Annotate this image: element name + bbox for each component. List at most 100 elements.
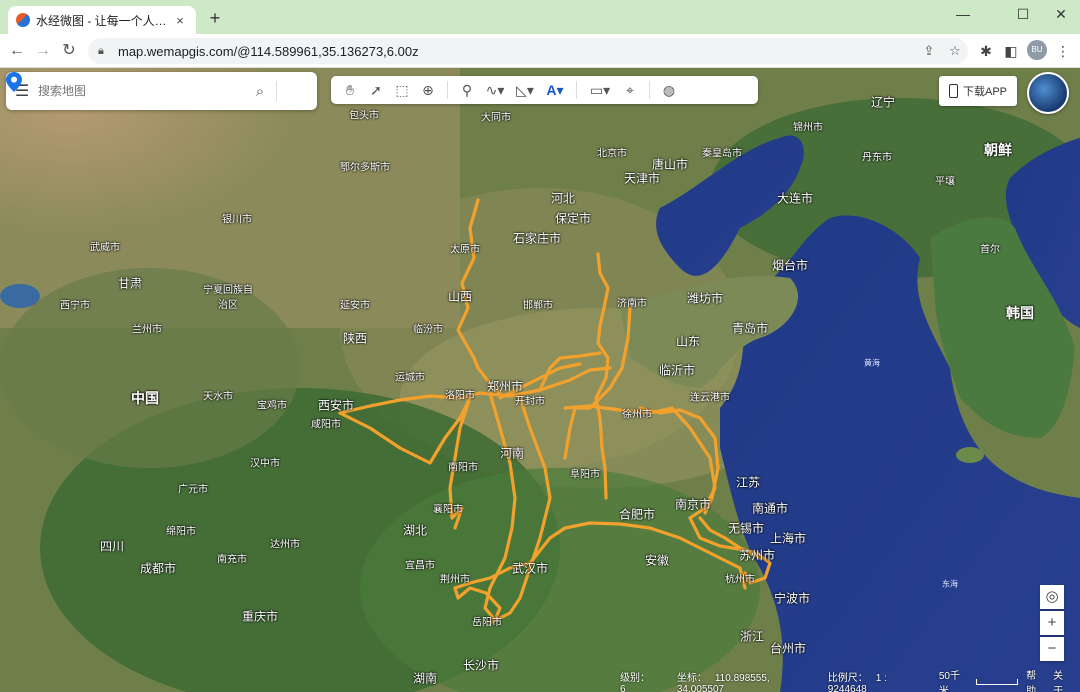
- tab-close-icon[interactable]: ×: [172, 13, 188, 28]
- label-yuncheng: 运城市: [395, 372, 425, 384]
- label-baoji: 宝鸡市: [257, 400, 287, 412]
- label-qinhuangdao: 秦皇岛市: [702, 148, 742, 160]
- coordinate-readout: 坐标： 110.898555, 34.005507: [676, 673, 770, 692]
- label-shandong: 山东: [675, 334, 701, 349]
- label-seoul: 首尔: [980, 244, 1000, 256]
- label-taiyuan: 太原市: [450, 244, 480, 256]
- help-link[interactable]: 帮助: [1026, 667, 1045, 692]
- address-bar[interactable]: 🔒︎ map.wemapgis.com/@114.589961,35.13627…: [88, 38, 968, 64]
- label-nanjing: 南京市: [674, 497, 712, 512]
- browser-toolbar: ← → ↻ 🔒︎ map.wemapgis.com/@114.589961,35…: [0, 34, 1080, 68]
- tools-divider: [447, 81, 448, 99]
- label-dandong: 丹东市: [862, 152, 892, 164]
- more-menu-icon[interactable]: ⋮: [1052, 40, 1074, 62]
- label-sichuan: 四川: [99, 539, 125, 554]
- polyline-icon[interactable]: ∿▾: [480, 79, 510, 101]
- polygon-icon[interactable]: ◺▾: [510, 79, 540, 101]
- extensions-puzzle-icon[interactable]: ✱: [975, 40, 997, 62]
- browser-tab[interactable]: 水经微图 - 让每一个人都有自己 ×: [8, 6, 196, 34]
- label-luoyang: 洛阳市: [445, 390, 475, 402]
- label-liaoning: 辽宁: [870, 95, 896, 110]
- measure-ruler-icon[interactable]: ▭▾: [583, 79, 617, 101]
- layer-switch-globe-icon[interactable]: [1027, 72, 1069, 114]
- site-favicon-icon: [16, 13, 30, 27]
- label-shanxi: 山西: [447, 289, 473, 304]
- map-search-input[interactable]: [38, 84, 244, 98]
- select-arrow-icon[interactable]: ➚: [363, 79, 389, 101]
- label-handan: 邯郸市: [523, 300, 553, 312]
- label-huanghai: 黄海: [864, 358, 880, 368]
- label-nanyang: 南阳市: [448, 462, 478, 474]
- clear-selection-icon[interactable]: ⌖: [617, 79, 643, 101]
- minimize-button[interactable]: —: [948, 4, 978, 26]
- label-zhejiang: 浙江: [739, 629, 765, 644]
- search-icon[interactable]: ⌕: [244, 83, 276, 100]
- label-xian: 西安市: [317, 398, 355, 413]
- maximize-button[interactable]: ☐: [1008, 4, 1038, 26]
- label-linfen: 临汾市: [413, 324, 443, 336]
- label-hanguo: 韩国: [1006, 305, 1034, 321]
- label-ningbo: 宁波市: [773, 591, 811, 606]
- close-window-button[interactable]: ✕: [1046, 4, 1076, 26]
- label-kaifeng: 开封市: [515, 396, 545, 408]
- label-linyi: 临沂市: [658, 363, 696, 378]
- label-china: 中国: [131, 390, 159, 406]
- scale-bar: [976, 679, 1019, 685]
- globe-layer-icon[interactable]: ◍: [656, 79, 682, 101]
- url-text[interactable]: map.wemapgis.com/@114.589961,35.136273,6…: [118, 44, 916, 59]
- forward-arrow-icon[interactable]: →: [32, 40, 54, 62]
- share-icon[interactable]: ⇪: [916, 43, 942, 59]
- label-yanan: 延安市: [340, 300, 370, 312]
- label-wuxi: 无锡市: [727, 521, 765, 536]
- label-baoding: 保定市: [554, 211, 592, 226]
- label-jinzhou: 锦州市: [793, 122, 823, 134]
- reload-icon[interactable]: ↻: [58, 40, 80, 62]
- box-select-icon[interactable]: ⬚: [389, 79, 415, 101]
- label-chongqing: 重庆市: [241, 609, 279, 624]
- label-tianshui: 天水市: [203, 391, 233, 403]
- bookmark-star-icon[interactable]: ☆: [942, 43, 968, 59]
- label-hubei: 湖北: [402, 523, 428, 538]
- zoom-out-button[interactable]: −: [1040, 637, 1064, 661]
- label-baotou: 包头市: [349, 110, 379, 122]
- label-datong: 大同市: [481, 112, 511, 124]
- label-henan: 河南: [499, 446, 525, 461]
- label-jingzhou: 荆州市: [440, 574, 470, 586]
- label-tangshan: 唐山市: [651, 157, 689, 172]
- satellite-map[interactable]: 中国 河北 山西 陕西 河南 湖北 山东 安徽 江苏 浙江 湖南 四川 甘肃 宁…: [0, 68, 1080, 692]
- locate-button[interactable]: ◎: [1040, 585, 1064, 609]
- label-chengdu: 成都市: [139, 561, 177, 576]
- label-shaanxi: 陕西: [342, 331, 368, 346]
- label-lanzhou: 兰州市: [132, 324, 162, 336]
- map-canvas: [0, 68, 1080, 692]
- side-panel-icon[interactable]: ◧: [1000, 40, 1022, 62]
- label-wuhan: 武汉市: [511, 561, 549, 576]
- label-hangzhou: 杭州市: [725, 574, 755, 586]
- scale-readout: 比例尺： 1 : 9244648: [827, 673, 887, 692]
- label-jiangsu: 江苏: [735, 475, 761, 490]
- profile-avatar[interactable]: BU: [1027, 40, 1047, 60]
- back-arrow-icon[interactable]: ←: [6, 40, 28, 62]
- label-jinan: 济南市: [617, 298, 647, 310]
- zoom-in-button[interactable]: +: [1040, 611, 1064, 635]
- zoom-select-icon[interactable]: ⊕: [415, 79, 441, 101]
- label-fuyang: 阜阳市: [570, 469, 600, 481]
- label-nantong: 南通市: [751, 501, 789, 516]
- label-hunan: 湖南: [412, 671, 438, 686]
- label-dazhou: 达州市: [270, 539, 300, 551]
- marker-icon[interactable]: ⚲: [454, 79, 480, 101]
- label-suzhou: 苏州市: [738, 548, 776, 563]
- label-changsha: 长沙市: [462, 658, 500, 673]
- label-dalian: 大连市: [776, 191, 814, 206]
- tools-divider-3: [649, 81, 650, 99]
- text-tool-icon[interactable]: A▾: [540, 79, 570, 101]
- about-link[interactable]: 关于: [1053, 667, 1072, 692]
- new-tab-button[interactable]: +: [204, 8, 226, 30]
- label-lianyungang: 连云港市: [690, 392, 730, 404]
- label-mianyang: 绵阳市: [166, 526, 196, 538]
- pan-hand-icon[interactable]: ✋︎: [337, 79, 363, 101]
- label-taizhou: 台州市: [769, 641, 807, 656]
- label-hanzhong: 汉中市: [250, 458, 280, 470]
- label-yinchuan: 银川市: [222, 214, 252, 226]
- download-app-button[interactable]: 下载APP: [939, 76, 1017, 106]
